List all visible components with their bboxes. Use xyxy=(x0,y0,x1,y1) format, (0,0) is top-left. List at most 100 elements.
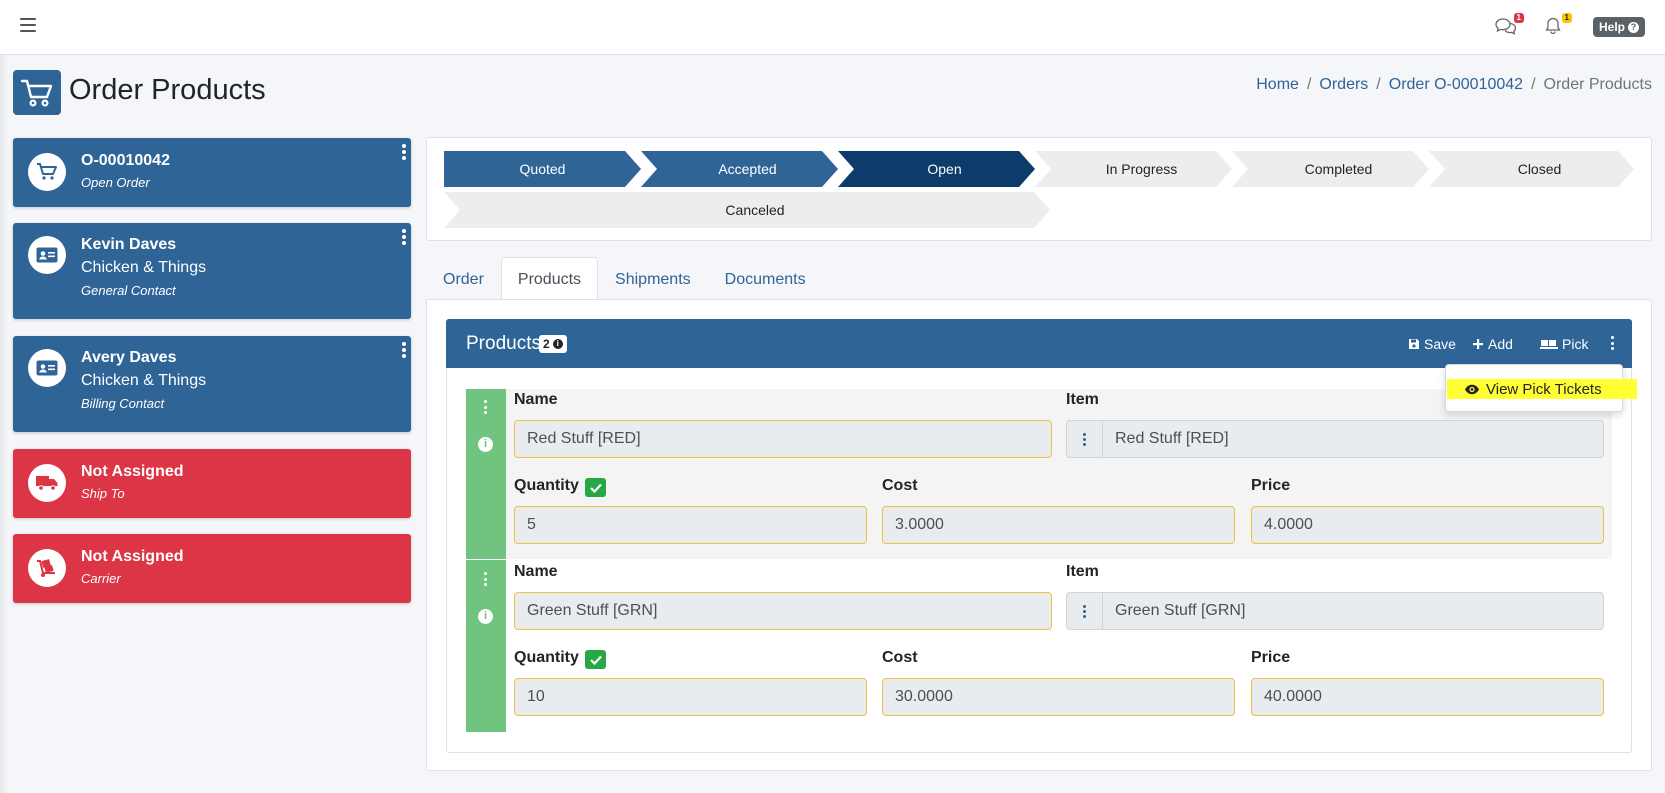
boxes-icon xyxy=(1540,340,1558,349)
quantity-input[interactable]: 5 xyxy=(514,506,867,544)
cart-icon xyxy=(13,70,61,115)
products-count-badge: 2 i xyxy=(539,335,567,353)
product-name-input[interactable]: Red Stuff [RED] xyxy=(514,420,1052,458)
contact-company: Chicken & Things xyxy=(81,259,207,276)
sidebar-shadow xyxy=(0,55,8,793)
info-icon: i xyxy=(552,339,563,349)
contact-role: Billing Contact xyxy=(81,396,165,411)
ship-to-label: Ship To xyxy=(81,486,125,501)
messages-icon[interactable]: 1 xyxy=(1495,13,1524,38)
name-label: Name xyxy=(514,563,558,580)
order-tabs: Order Products Shipments Documents xyxy=(426,257,823,300)
status-step-closed[interactable]: Closed xyxy=(1429,151,1634,187)
status-step-in-progress[interactable]: In Progress xyxy=(1035,151,1232,187)
notifications-badge: 1 xyxy=(1561,13,1572,23)
item-select-group: Red Stuff [RED] xyxy=(1066,420,1604,458)
product-row-bar xyxy=(466,389,506,559)
tab-products[interactable]: Products xyxy=(500,257,599,300)
product-name-input[interactable]: Green Stuff [GRN] xyxy=(514,592,1052,630)
products-title: Products xyxy=(466,333,541,354)
quantity-label: Quantity xyxy=(514,477,579,494)
quantity-label: Quantity xyxy=(514,649,579,666)
item-value[interactable]: Red Stuff [RED] xyxy=(1103,421,1229,457)
tab-shipments[interactable]: Shipments xyxy=(598,257,708,300)
price-label: Price xyxy=(1251,649,1291,666)
general-contact-card[interactable]: Kevin Daves Chicken & Things General Con… xyxy=(13,223,411,319)
contact-role: General Contact xyxy=(81,283,176,298)
pick-label: Pick xyxy=(1562,336,1589,352)
breadcrumb-current: Order Products xyxy=(1543,76,1652,93)
ship-to-card[interactable]: Not Assigned Ship To xyxy=(13,449,411,518)
eye-icon xyxy=(1465,384,1479,394)
row-menu-icon[interactable] xyxy=(484,400,488,414)
item-label: Item xyxy=(1066,563,1099,580)
top-navbar: 1 1 Help ? xyxy=(0,0,1665,55)
card-menu-icon[interactable] xyxy=(401,342,407,358)
add-button[interactable]: Add xyxy=(1472,336,1513,352)
page-title: Order Products xyxy=(69,74,266,106)
cost-input[interactable]: 30.0000 xyxy=(882,678,1235,716)
question-circle-icon: ? xyxy=(1628,21,1640,33)
breadcrumb-orders[interactable]: Orders xyxy=(1319,76,1368,94)
breadcrumb-home[interactable]: Home xyxy=(1256,76,1299,94)
cost-input[interactable]: 3.0000 xyxy=(882,506,1235,544)
save-icon xyxy=(1409,339,1419,349)
more-options-icon[interactable] xyxy=(1609,336,1615,350)
help-button[interactable]: Help ? xyxy=(1593,17,1646,37)
save-button[interactable]: Save xyxy=(1408,336,1456,352)
view-pick-tickets-menu-item[interactable]: View Pick Tickets xyxy=(1447,379,1637,399)
item-select-group: Green Stuff [GRN] xyxy=(1066,592,1604,630)
price-input[interactable]: 40.0000 xyxy=(1251,678,1604,716)
billing-contact-card[interactable]: Avery Daves Chicken & Things Billing Con… xyxy=(13,336,411,432)
row-info-icon[interactable]: i xyxy=(478,609,493,624)
help-label: Help xyxy=(1599,20,1626,34)
add-label: Add xyxy=(1488,336,1513,352)
products-count: 2 xyxy=(543,337,550,351)
view-pick-tickets-label: View Pick Tickets xyxy=(1486,380,1602,398)
carrier-label: Carrier xyxy=(81,571,121,586)
id-card-icon xyxy=(28,236,66,274)
quantity-check-icon[interactable] xyxy=(585,650,606,669)
breadcrumb-separator: / xyxy=(1306,76,1312,93)
carrier-value: Not Assigned xyxy=(81,548,184,565)
price-input[interactable]: 4.0000 xyxy=(1251,506,1604,544)
card-menu-icon[interactable] xyxy=(401,144,407,160)
status-step-quoted[interactable]: Quoted xyxy=(444,151,641,187)
card-menu-icon[interactable] xyxy=(401,229,407,245)
truck-icon xyxy=(28,464,66,502)
quantity-input[interactable]: 10 xyxy=(514,678,867,716)
row-info-icon[interactable]: i xyxy=(478,437,493,452)
dolly-icon xyxy=(28,549,66,587)
cost-label: Cost xyxy=(882,649,918,666)
cart-icon xyxy=(28,153,66,191)
status-step-open[interactable]: Open xyxy=(838,151,1035,187)
order-status: Open Order xyxy=(81,175,150,190)
status-step-canceled[interactable]: Canceled xyxy=(444,192,1050,228)
ship-to-value: Not Assigned xyxy=(81,463,184,480)
contact-name: Avery Daves xyxy=(81,349,177,366)
breadcrumb-separator: / xyxy=(1531,76,1536,93)
more-options-dropdown: View Pick Tickets xyxy=(1445,364,1637,412)
status-step-completed[interactable]: Completed xyxy=(1232,151,1429,187)
item-menu-icon[interactable] xyxy=(1067,421,1103,457)
status-step-accepted[interactable]: Accepted xyxy=(641,151,838,187)
row-menu-icon[interactable] xyxy=(484,572,488,586)
notifications-bell-icon[interactable]: 1 xyxy=(1543,13,1572,38)
breadcrumb-separator: / xyxy=(1376,76,1381,93)
item-menu-icon[interactable] xyxy=(1067,593,1103,629)
item-value[interactable]: Green Stuff [GRN] xyxy=(1103,593,1245,629)
id-card-icon xyxy=(28,349,66,387)
pick-button[interactable]: Pick xyxy=(1540,336,1588,352)
plus-icon xyxy=(1473,339,1483,349)
hamburger-menu-icon[interactable] xyxy=(20,18,36,32)
messages-badge: 1 xyxy=(1513,13,1524,23)
order-card[interactable]: O-00010042 Open Order xyxy=(13,138,411,207)
quantity-check-icon[interactable] xyxy=(585,478,606,497)
contact-name: Kevin Daves xyxy=(81,236,177,253)
tab-documents[interactable]: Documents xyxy=(708,257,823,300)
carrier-card[interactable]: Not Assigned Carrier xyxy=(13,534,411,603)
tab-order[interactable]: Order xyxy=(426,257,501,300)
name-label: Name xyxy=(514,391,558,408)
breadcrumb-order[interactable]: Order O-00010042 xyxy=(1389,76,1523,94)
products-card-header: Products 2 i Save Add Pick xyxy=(446,319,1632,368)
